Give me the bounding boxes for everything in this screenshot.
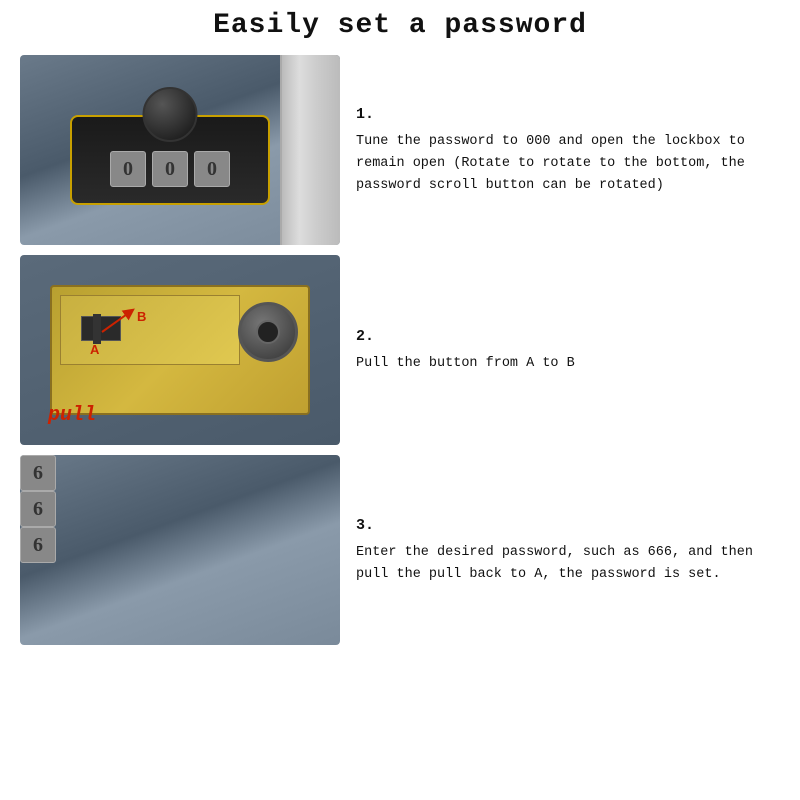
step-1-text: 1. Tune the password to 000 and open the…	[356, 103, 780, 198]
steps-container: 0 0 0 1. Tune the password to 000 and op…	[20, 55, 780, 645]
dial-row: 0 0 0	[110, 151, 230, 187]
step-3-row: 6 6 6 3. Enter the desired password, suc…	[20, 455, 780, 645]
step-1-row: 0 0 0 1. Tune the password to 000 and op…	[20, 55, 780, 245]
side-stripe	[280, 55, 340, 245]
mechanism-inner	[60, 295, 240, 365]
mech-cylinder	[238, 302, 298, 362]
lock-panel: 0 0 0	[70, 115, 270, 205]
dial-3-2: 6	[20, 491, 56, 527]
mechanism-box: A B	[50, 285, 310, 415]
step-2-description: Pull the button from A to B	[356, 353, 780, 375]
step-3-number: 3.	[356, 514, 780, 538]
step-3-text: 3. Enter the desired password, such as 6…	[356, 514, 780, 587]
page-title: Easily set a password	[213, 10, 587, 41]
pull-label: pull	[48, 404, 96, 427]
dial-1: 0	[110, 151, 146, 187]
step-1-number: 1.	[356, 103, 780, 127]
step-1-description: Tune the password to 000 and open the lo…	[356, 131, 780, 198]
dial-3-1: 6	[20, 455, 56, 491]
step-1-image: 0 0 0	[20, 55, 340, 245]
step-2-image: A B pull	[20, 255, 340, 445]
page-container: Easily set a password 0 0 0 1. Tune the …	[0, 0, 800, 800]
step-2-number: 2.	[356, 325, 780, 349]
step-2-text: 2. Pull the button from A to B	[356, 325, 780, 375]
step-2-row: A B pull 2. Pull the button from A to B	[20, 255, 780, 445]
dial-3: 0	[194, 151, 230, 187]
knob	[143, 87, 198, 142]
label-b: B	[137, 309, 146, 324]
step-3-image: 6 6 6	[20, 455, 340, 645]
label-a: A	[90, 342, 99, 357]
dial-row-3: 6 6 6	[20, 455, 340, 563]
dial-3-3: 6	[20, 527, 56, 563]
arrow-ab	[97, 307, 137, 337]
step-3-description: Enter the desired password, such as 666,…	[356, 542, 780, 587]
dial-2: 0	[152, 151, 188, 187]
lock-panel-3: 6 6 6	[20, 455, 340, 563]
